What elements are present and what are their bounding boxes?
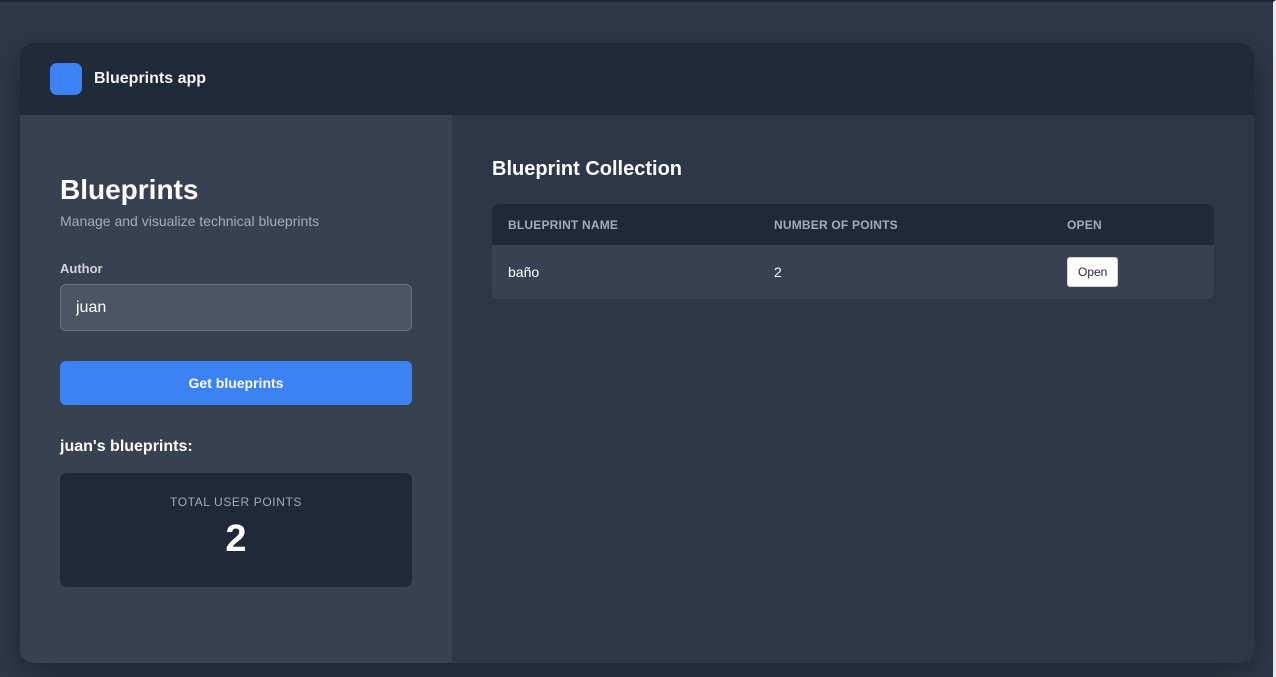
blueprints-table-container: BLUEPRINT NAME NUMBER OF POINTS OPEN bañ… <box>492 204 1214 299</box>
author-label: Author <box>60 261 103 276</box>
page-title: Blueprints <box>60 174 199 205</box>
total-points-card: TOTAL USER POINTS 2 <box>60 473 412 587</box>
blueprint-points-cell: 2 <box>774 264 782 280</box>
total-points-value: 2 <box>225 518 247 560</box>
blueprint-name-cell: baño <box>508 264 540 280</box>
table-body: baño 2 Open <box>492 245 1214 299</box>
table-row: baño 2 Open <box>492 245 1214 299</box>
column-header-name: BLUEPRINT NAME <box>508 217 619 232</box>
table-header: BLUEPRINT NAME NUMBER OF POINTS OPEN <box>492 204 1214 245</box>
table-header-row: BLUEPRINT NAME NUMBER OF POINTS OPEN <box>492 204 1214 245</box>
app-container: Blueprints app Blueprints Manage and vis… <box>20 43 1254 663</box>
main-content: Blueprint Collection BLUEPRINT NAME NUMB… <box>452 115 1254 663</box>
sidebar-panel: Blueprints Manage and visualize technica… <box>20 115 452 663</box>
browser-viewport: Blueprints app Blueprints Manage and vis… <box>0 0 1276 677</box>
open-blueprint-button[interactable]: Open <box>1067 257 1119 287</box>
app-title: Blueprints app <box>94 70 207 87</box>
total-points-label: TOTAL USER POINTS <box>170 495 302 509</box>
get-blueprints-button[interactable]: Get blueprints <box>60 361 412 405</box>
blueprint-open-cell: Open <box>1051 245 1214 299</box>
column-header-open: OPEN <box>1067 217 1102 232</box>
blueprints-table: BLUEPRINT NAME NUMBER OF POINTS OPEN bañ… <box>492 204 1214 299</box>
user-blueprints-heading: juan's blueprints: <box>60 438 193 455</box>
page-subtitle: Manage and visualize technical blueprint… <box>60 213 320 229</box>
collection-title: Blueprint Collection <box>492 158 682 180</box>
app-header: Blueprints app <box>20 43 1254 115</box>
column-header-points: NUMBER OF POINTS <box>774 217 898 232</box>
author-input[interactable] <box>60 284 412 331</box>
app-logo-icon <box>50 63 82 95</box>
